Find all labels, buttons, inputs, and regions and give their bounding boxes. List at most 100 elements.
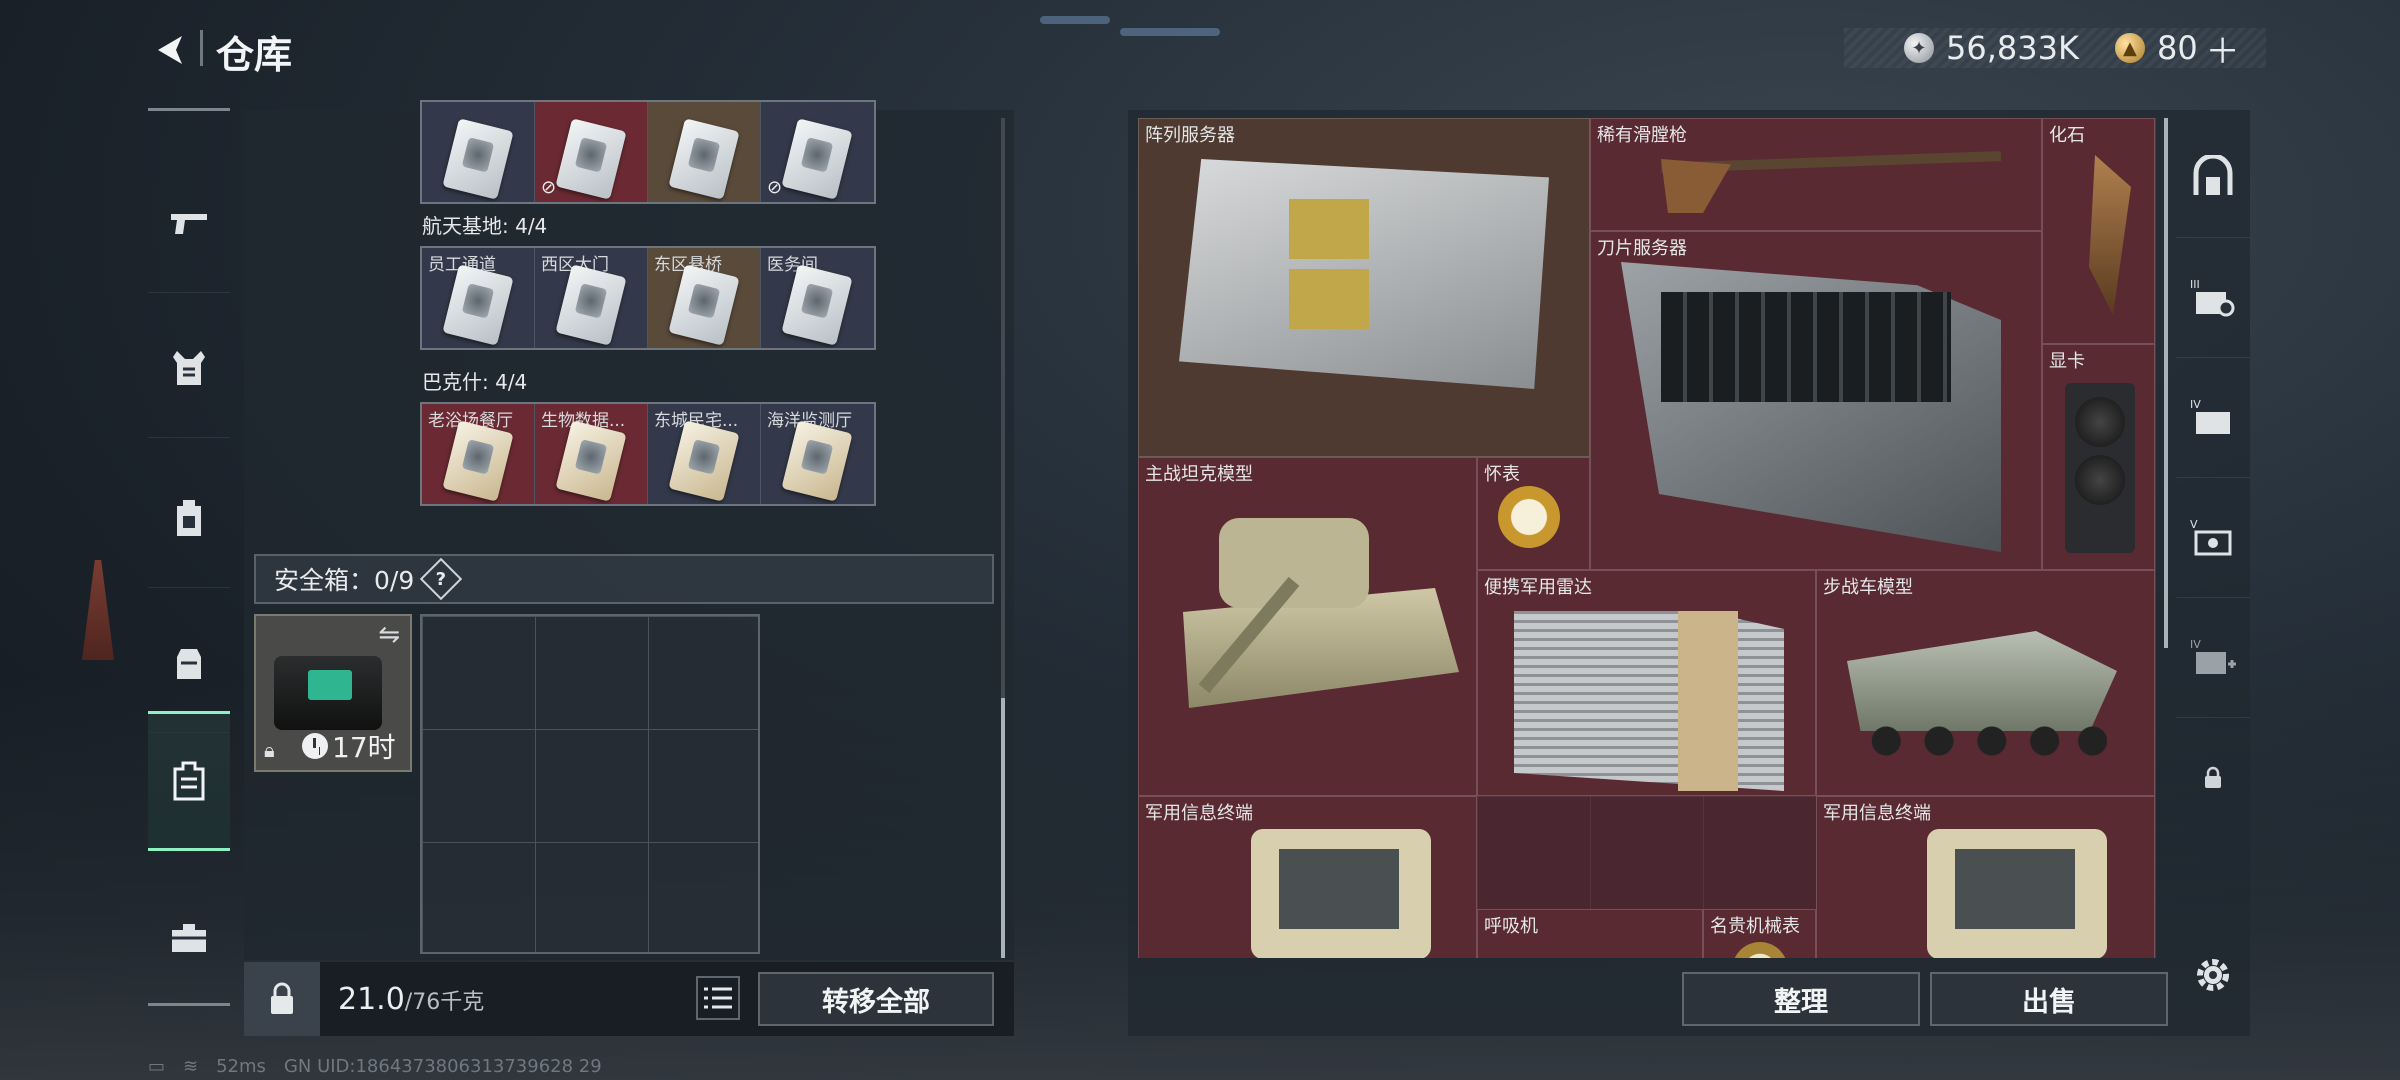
pocket-watch-art [1498, 486, 1560, 548]
nav-backpack[interactable] [148, 448, 230, 588]
container-scrollbar[interactable] [1001, 118, 1005, 958]
pistol-icon [171, 213, 207, 234]
keycard-slot[interactable]: 老浴场餐厅 [422, 404, 535, 504]
transfer-all-button[interactable]: 转移全部 [758, 972, 994, 1026]
stash-item[interactable]: 军用信息终端 [1138, 796, 1477, 958]
keycard-row-aerospace: 员工通道 西区大门 东区悬桥 医务间 [420, 246, 876, 350]
nav-edge [148, 108, 230, 111]
folder-page-icon: IV [2190, 398, 2230, 434]
gear-icon [2197, 959, 2229, 991]
safebox-header: 安全箱：0/9 ? [254, 554, 994, 604]
cpu-art [1289, 269, 1369, 329]
item-name: 军用信息终端 [1145, 803, 1253, 824]
keycard-slot[interactable]: 医务间 [761, 248, 874, 348]
svg-text:III: III [2190, 278, 2200, 291]
lock-icon: 🔒︎ [264, 738, 275, 762]
unbound-icon: ⊘ [767, 177, 783, 198]
keycard-slot[interactable]: 东城民宅... [648, 404, 761, 504]
nav-armor[interactable] [148, 298, 230, 438]
stash-item[interactable]: 显卡 [2042, 344, 2155, 570]
safebox-item[interactable]: ⇋ 🔒︎ 17时 [254, 614, 412, 772]
nav-edge [148, 1003, 230, 1006]
item-name: 稀有滑膛枪 [1597, 125, 1687, 146]
help-button[interactable]: ? [420, 557, 463, 601]
keycard-slot[interactable]: ⊘ [761, 102, 874, 202]
nav-safebox[interactable] [148, 711, 230, 851]
keycard-art [781, 420, 853, 502]
list-icon [704, 987, 732, 1009]
safebox-grid[interactable] [420, 614, 760, 954]
stash-item[interactable]: 怀表 [1477, 457, 1590, 570]
add-gold-button[interactable]: ＋ [2206, 24, 2240, 73]
gpu-fan-art [2075, 455, 2125, 505]
clock-icon [302, 733, 328, 759]
nav-toolbox[interactable] [148, 868, 230, 1008]
luxury-watch-art [1732, 942, 1788, 958]
stash-page-add[interactable]: IV [2176, 598, 2250, 718]
keycard-art [555, 264, 627, 346]
nav-weapons[interactable] [148, 153, 230, 293]
keycard-art [668, 420, 740, 502]
stash-page-3[interactable]: III [2176, 238, 2250, 358]
keycard-slot[interactable]: 生物数据... [535, 404, 648, 504]
lock-button[interactable] [244, 962, 320, 1036]
stash-grid: 阵列服务器 稀有滑膛枪 化石 刀片服务器 显卡 主战坦克模型 怀表 便携军用雷达… [1138, 118, 2156, 958]
keycard-art [555, 118, 627, 200]
stash-item[interactable]: 名贵机械表 [1703, 909, 1816, 958]
gpu-fan-art [2075, 397, 2125, 447]
back-button[interactable] [148, 26, 192, 74]
stash-page-5[interactable]: V [2176, 478, 2250, 598]
container-footer: 21.0/76千克 转移全部 [244, 962, 1014, 1036]
stash-item[interactable]: 军用信息终端 [1816, 796, 2155, 958]
item-name: 阵列服务器 [1145, 125, 1235, 146]
stash-item[interactable]: 化石 [2042, 118, 2155, 344]
keycard-slot[interactable] [422, 102, 535, 202]
currency-bar: ✦ 56,833K ▲ 80 ＋ [1844, 28, 2266, 72]
keycard-art [668, 264, 740, 346]
svg-text:IV: IV [2190, 638, 2201, 651]
stash-item[interactable]: 步战车模型 [1816, 570, 2155, 796]
item-name: 显卡 [2049, 351, 2085, 372]
keycard-slot[interactable]: 员工通道 [422, 248, 535, 348]
sell-button[interactable]: 出售 [1930, 972, 2168, 1026]
title-separator [200, 30, 203, 66]
group-label-bakhsh: 巴克什: 4/4 [422, 370, 528, 394]
vault-icon [2193, 154, 2233, 195]
stash-page-main[interactable] [2176, 118, 2250, 238]
keycard-slot[interactable]: ⊘ [535, 102, 648, 202]
left-category-nav [148, 108, 230, 1008]
stash-page-4[interactable]: IV [2176, 358, 2250, 478]
keycard-slot[interactable]: 东区悬桥 [648, 248, 761, 348]
swap-icon[interactable]: ⇋ [378, 620, 400, 650]
keycard-slot[interactable]: 西区大门 [535, 248, 648, 348]
radar-panels-art [1514, 611, 1784, 791]
ifv-hull-art [1847, 631, 2117, 731]
settings-button[interactable] [2190, 952, 2236, 998]
weight-max: /76千克 [404, 989, 485, 1015]
stash-item[interactable]: 稀有滑膛枪 [1590, 118, 2042, 231]
item-name: 步战车模型 [1823, 577, 1913, 598]
keycard-art [442, 420, 514, 502]
back-arrow-icon [158, 36, 182, 64]
scroll-thumb[interactable] [1001, 698, 1005, 958]
keycard-slot[interactable]: 海洋监测厅 [761, 404, 874, 504]
keycard-art [442, 118, 514, 200]
stash-item[interactable]: 阵列服务器 [1138, 118, 1590, 457]
stash-scrollbar[interactable] [2164, 118, 2168, 648]
header: 仓库 ✦ 56,833K ▲ 80 ＋ [0, 0, 2400, 100]
stash-item[interactable]: 主战坦克模型 [1138, 457, 1477, 796]
crate-page-icon: III [2190, 278, 2235, 316]
ifv-wheels-art [1867, 721, 2107, 761]
stash-page-locked[interactable] [2176, 718, 2250, 838]
list-view-button[interactable] [696, 976, 740, 1020]
stash-item[interactable]: 便携军用雷达 [1477, 570, 1816, 796]
stash-footer: 整理 出售 [1128, 962, 2250, 1036]
fossil-claw-art [2089, 155, 2131, 315]
svg-text:V: V [2190, 518, 2198, 531]
keycard-art [781, 264, 853, 346]
lock-icon [2205, 766, 2221, 788]
keycard-slot[interactable] [648, 102, 761, 202]
organize-button[interactable]: 整理 [1682, 972, 1920, 1026]
stash-item[interactable]: 呼吸机 [1477, 909, 1703, 958]
stash-item[interactable]: 刀片服务器 [1590, 231, 2042, 570]
